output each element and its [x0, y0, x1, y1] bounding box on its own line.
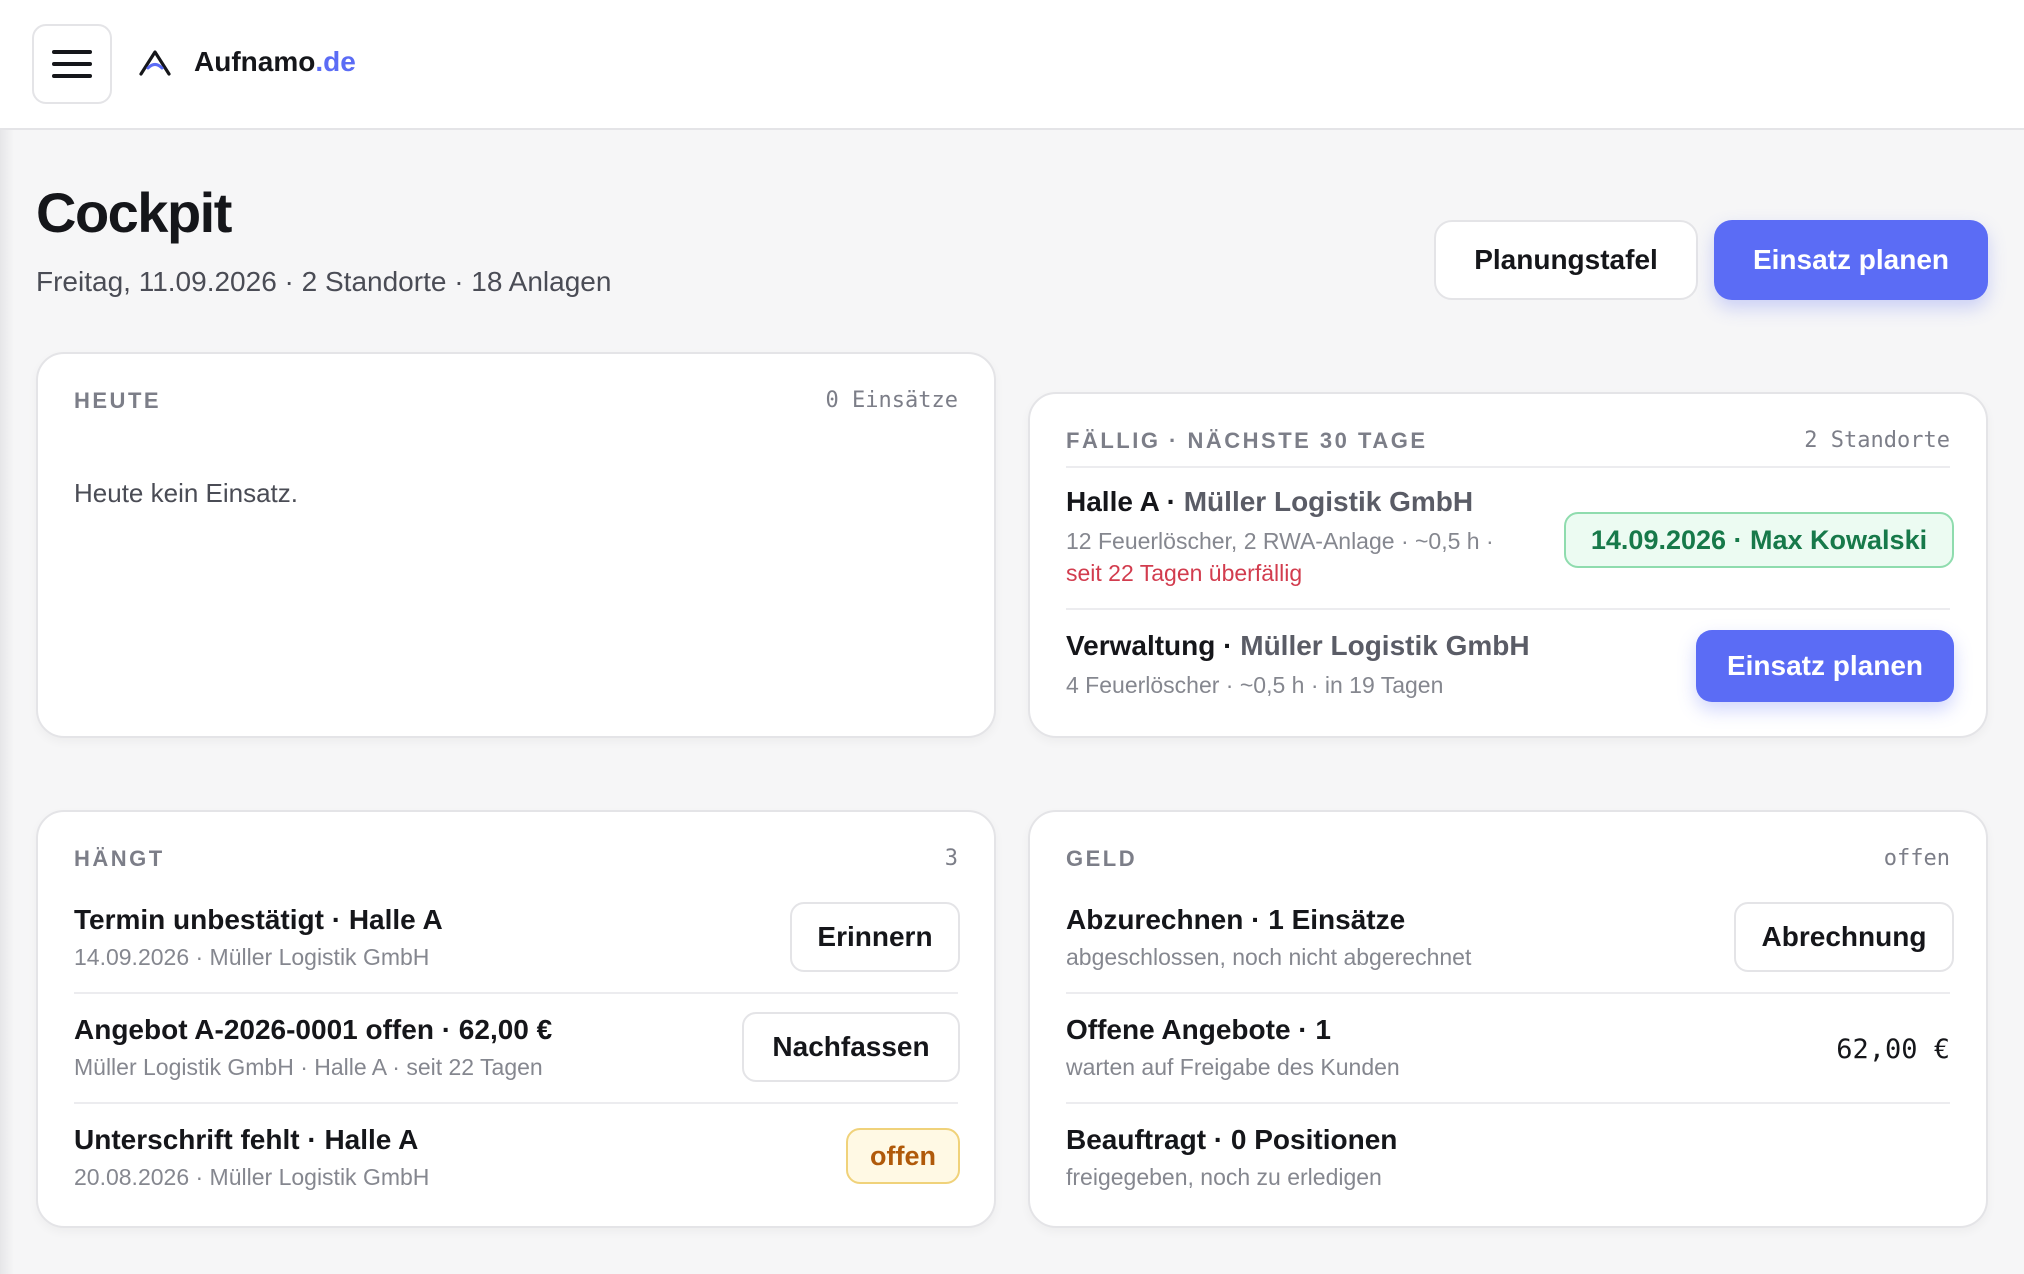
faellig-item-title[interactable]: Verwaltung · Müller Logistik GmbH [1066, 630, 1530, 662]
haengt-item-sub: 20.08.2026 · Müller Logistik GmbH [74, 1164, 430, 1190]
menu-button[interactable] [32, 24, 112, 104]
hamburger-menu-icon [52, 50, 92, 54]
faellig-label: FÄLLIG · NÄCHSTE 30 TAGE [1066, 428, 1428, 453]
abrechnung-button[interactable]: Abrechnung [1734, 902, 1954, 972]
einsatz-planen-button[interactable]: Einsatz planen [1714, 220, 1988, 300]
top-bar: Aufnamo.de [0, 0, 2024, 130]
erinnern-button[interactable]: Erinnern [790, 902, 960, 972]
einsatz-planen-row-button[interactable]: Einsatz planen [1696, 630, 1954, 702]
faellig-item-customer: Müller Logistik GmbH [1183, 486, 1474, 517]
aufnamo-logo-icon [139, 50, 171, 76]
geld-item-sub: abgeschlossen, noch nicht abgerechnet [1066, 944, 1472, 970]
brand-name[interactable]: Aufnamo.de [194, 46, 356, 78]
faellig-item-title[interactable]: Halle A · Müller Logistik GmbH [1066, 486, 1473, 518]
nachfassen-button[interactable]: Nachfassen [742, 1012, 960, 1082]
haengt-card: HÄNGT 3 Termin unbestätigt · Halle A 14.… [36, 810, 996, 1228]
geld-item-title: Beauftragt · 0 Positionen [1066, 1124, 1398, 1155]
page-subtitle: Freitag, 11.09.2026 · 2 Standorte · 18 A… [36, 266, 612, 297]
geld-item-sub: freigegeben, noch zu erledigen [1066, 1164, 1382, 1190]
haengt-item-title: Unterschrift fehlt · Halle A [74, 1124, 419, 1155]
page-title: Cockpit [36, 181, 232, 244]
brand-name-text: Aufnamo [194, 46, 316, 77]
divider [74, 1102, 958, 1104]
faellig-item-customer: Müller Logistik GmbH [1240, 630, 1530, 661]
overdue-status: seit 22 Tagen überfällig [1066, 560, 1303, 586]
heute-count: 0 Einsätze [825, 388, 958, 413]
geld-item-title: Abzurechnen · 1 Einsätze [1066, 904, 1406, 935]
haengt-item-title: Angebot A-2026-0001 offen · 62,00 € [74, 1014, 553, 1045]
divider [1066, 1102, 1950, 1104]
faellig-item-details: 12 Feuerlöscher, 2 RWA-Anlage · ~0,5 h · [1066, 528, 1494, 554]
divider [1066, 992, 1950, 994]
faellig-item-details: 4 Feuerlöscher · ~0,5 h · in 19 Tagen [1066, 672, 1444, 698]
geld-item-title: Offene Angebote · 1 [1066, 1014, 1331, 1045]
angebote-amount: 62,00 € [1836, 1034, 1950, 1065]
faellig-count: 2 Standorte [1804, 428, 1950, 453]
heute-label: HEUTE [74, 388, 162, 413]
geld-card: GELD offen Abzurechnen · 1 Einsätze abge… [1028, 810, 1988, 1228]
faellig-item-site: Verwaltung · [1066, 630, 1233, 661]
brand-tld: .de [315, 46, 356, 77]
heute-card: HEUTE 0 Einsätze Heute kein Einsatz. [36, 352, 996, 738]
heute-empty-message: Heute kein Einsatz. [74, 478, 299, 508]
haengt-item-sub: Müller Logistik GmbH · Halle A · seit 22… [74, 1054, 543, 1080]
haengt-item-sub: 14.09.2026 · Müller Logistik GmbH [74, 944, 430, 970]
divider [1066, 466, 1950, 468]
geld-item-sub: warten auf Freigabe des Kunden [1066, 1054, 1400, 1080]
geld-label: GELD [1066, 846, 1138, 871]
haengt-count: 3 [944, 846, 958, 871]
faellig-card: FÄLLIG · NÄCHSTE 30 TAGE 2 Standorte Hal… [1028, 392, 1988, 738]
status-badge-offen: offen [846, 1128, 960, 1184]
geld-status: offen [1883, 846, 1950, 871]
divider [1066, 608, 1950, 610]
sidebar-edge-shadow [0, 0, 14, 1274]
faellig-item-site: Halle A · [1066, 486, 1176, 517]
scheduled-chip[interactable]: 14.09.2026 · Max Kowalski [1564, 512, 1954, 568]
haengt-item-title: Termin unbestätigt · Halle A [74, 904, 443, 935]
divider [74, 992, 958, 994]
haengt-label: HÄNGT [74, 846, 165, 871]
planungstafel-button[interactable]: Planungstafel [1434, 220, 1698, 300]
